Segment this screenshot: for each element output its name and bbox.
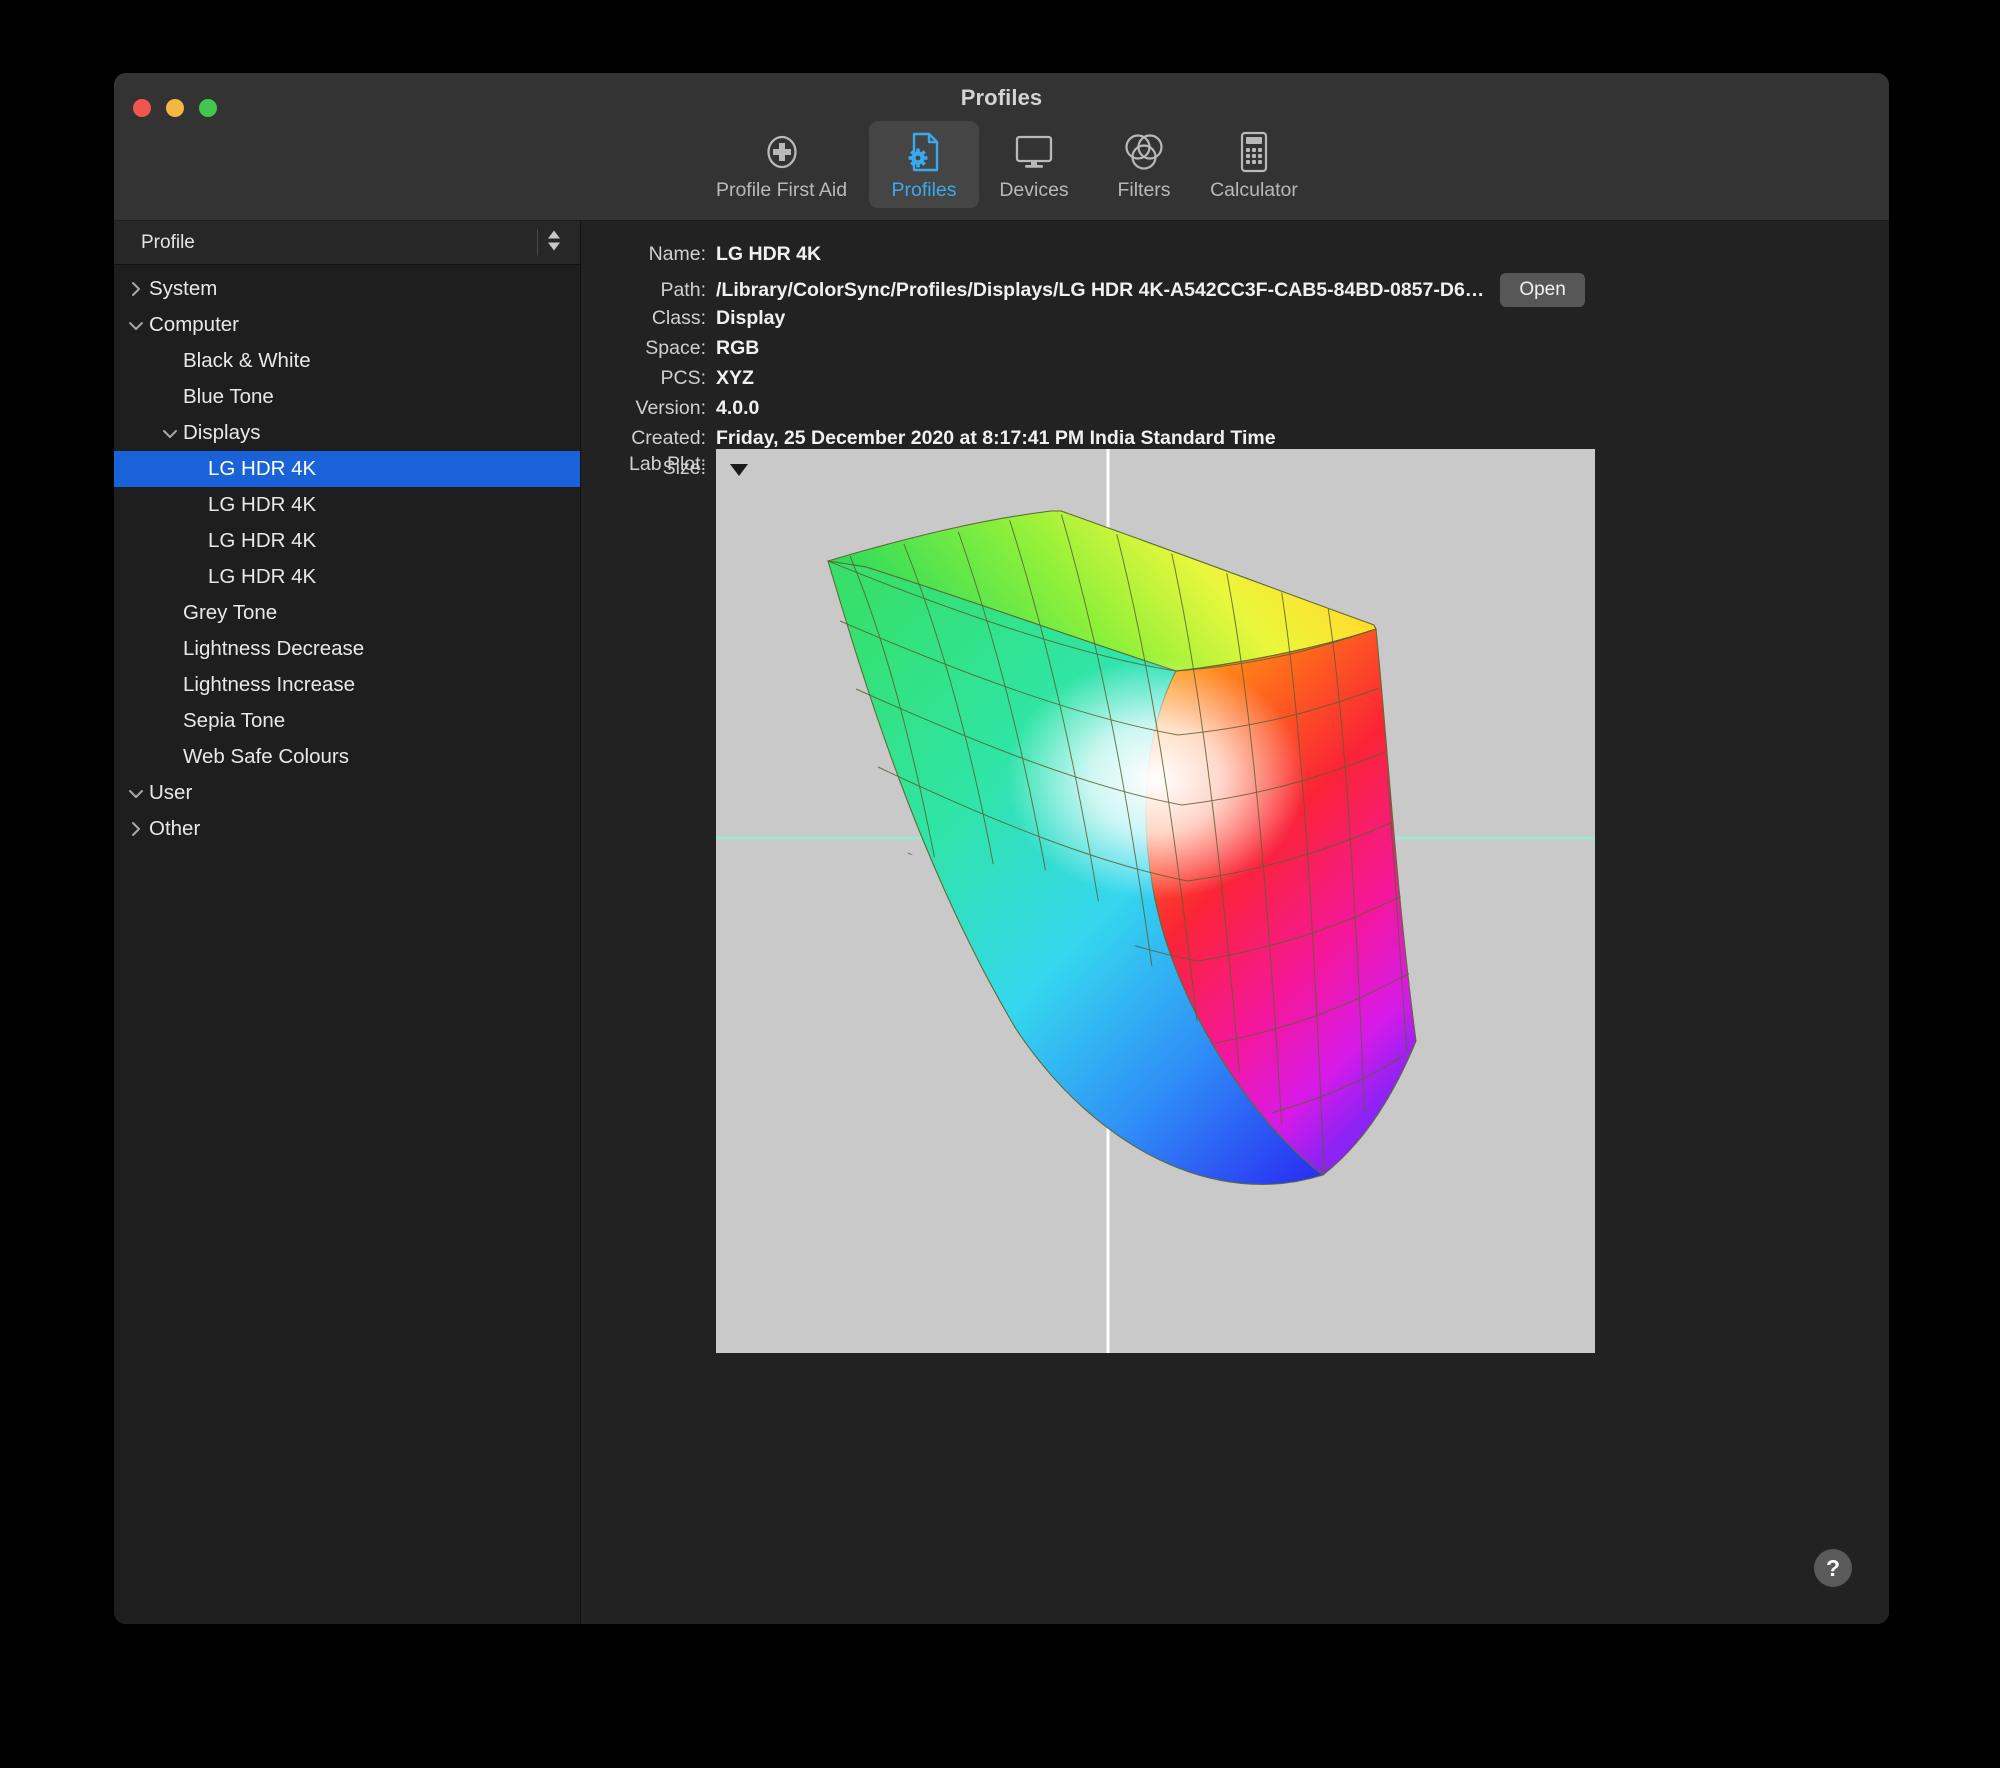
sidebar-item-label: LG HDR 4K [208, 457, 316, 481]
metadata-row: Space:RGB [581, 337, 1889, 367]
toolbar-item-profiles[interactable]: Profiles [869, 121, 979, 208]
sidebar-item-label: LG HDR 4K [208, 493, 316, 517]
sidebar-item-lg-hdr-4k[interactable]: LG HDR 4K [114, 523, 580, 559]
sort-order-control[interactable] [537, 227, 562, 258]
toolbar-item-calculator[interactable]: Calculator [1199, 121, 1309, 208]
sidebar-header-label: Profile [141, 232, 195, 254]
metadata-key: Created: [581, 427, 716, 450]
first-aid-plus-icon [762, 129, 802, 175]
sidebar-item-label: Computer [149, 313, 239, 337]
sidebar-item-label: Blue Tone [183, 385, 274, 409]
colorsync-utility-window: Profiles Profile First Aid [114, 73, 1889, 1624]
toolbar-item-profile-first-aid[interactable]: Profile First Aid [694, 121, 869, 208]
sidebar-item-label: Lightness Increase [183, 673, 355, 697]
window-title: Profiles [114, 85, 1889, 111]
sidebar-item-lightness-increase[interactable]: Lightness Increase [114, 667, 580, 703]
metadata-value: RGB [716, 337, 759, 360]
display-monitor-icon [1013, 129, 1055, 175]
chevron-right-icon[interactable] [123, 280, 149, 298]
metadata-row: Path:/Library/ColorSync/Profiles/Display… [581, 273, 1889, 307]
sidebar-item-blue-tone[interactable]: Blue Tone [114, 379, 580, 415]
lab-plot-label: Lab Plot: [581, 449, 716, 476]
profile-tree: System Computer Black & White Blue Tone Disp… [114, 265, 580, 847]
window-body: Profile System Computer Black & White Blue … [114, 221, 1889, 1624]
chevron-down-icon[interactable] [157, 426, 183, 440]
toolbar-label: Profiles [891, 179, 956, 202]
sidebar-item-web-safe-colours[interactable]: Web Safe Colours [114, 739, 580, 775]
metadata-value: XYZ [716, 367, 754, 390]
sidebar-item-label: Other [149, 817, 200, 841]
open-profile-button[interactable]: Open [1500, 273, 1584, 307]
sidebar-item-label: LG HDR 4K [208, 565, 316, 589]
metadata-value: 4.0.0 [716, 397, 759, 420]
sidebar-item-black-white[interactable]: Black & White [114, 343, 580, 379]
metadata-row: Name:LG HDR 4K [581, 243, 1889, 273]
profile-detail-pane: Name:LG HDR 4KPath:/Library/ColorSync/Pr… [581, 221, 1889, 1624]
sidebar-item-sepia-tone[interactable]: Sepia Tone [114, 703, 580, 739]
chevron-down-icon[interactable] [123, 786, 149, 800]
calculator-icon [1237, 129, 1271, 175]
sidebar-item-label: User [149, 781, 192, 805]
metadata-key: Space: [581, 337, 716, 360]
toolbar-label: Filters [1117, 179, 1170, 202]
metadata-key: Version: [581, 397, 716, 420]
sidebar-item-other[interactable]: Other [114, 811, 580, 847]
disclosure-triangle-open-icon[interactable] [728, 461, 750, 484]
sidebar-item-computer[interactable]: Computer [114, 307, 580, 343]
sort-up-down-icon [546, 227, 562, 258]
chevron-down-icon[interactable] [123, 318, 149, 332]
metadata-row: Version:4.0.0 [581, 397, 1889, 427]
sidebar-item-system[interactable]: System [114, 271, 580, 307]
sidebar-item-lg-hdr-4k[interactable]: LG HDR 4K [114, 451, 580, 487]
sidebar-item-label: LG HDR 4K [208, 529, 316, 553]
help-button[interactable]: ? [1814, 1549, 1852, 1587]
sidebar-item-lightness-decrease[interactable]: Lightness Decrease [114, 631, 580, 667]
metadata-key: Class: [581, 307, 716, 330]
sidebar-item-lg-hdr-4k[interactable]: LG HDR 4K [114, 559, 580, 595]
gamut-3d-plot [716, 449, 1595, 1353]
toolbar-label: Profile First Aid [716, 179, 847, 202]
metadata-value: /Library/ColorSync/Profiles/Displays/LG … [716, 279, 1484, 302]
metadata-row: PCS:XYZ [581, 367, 1889, 397]
metadata-key: PCS: [581, 367, 716, 390]
sidebar-item-lg-hdr-4k[interactable]: LG HDR 4K [114, 487, 580, 523]
sidebar-item-label: Black & White [183, 349, 311, 373]
document-gear-icon [904, 129, 944, 175]
sidebar-item-label: Lightness Decrease [183, 637, 364, 661]
sidebar-item-label: Web Safe Colours [183, 745, 349, 769]
toolbar-label: Devices [999, 179, 1068, 202]
toolbar-item-filters[interactable]: Filters [1089, 121, 1199, 208]
sidebar-item-label: System [149, 277, 217, 301]
lab-plot-section: Lab Plot: [581, 449, 1889, 1353]
sidebar-item-grey-tone[interactable]: Grey Tone [114, 595, 580, 631]
metadata-value: Friday, 25 December 2020 at 8:17:41 PM I… [716, 427, 1276, 450]
header-divider [537, 230, 538, 256]
sidebar-item-displays[interactable]: Displays [114, 415, 580, 451]
metadata-value: LG HDR 4K [716, 243, 821, 266]
sidebar-item-label: Displays [183, 421, 260, 445]
metadata-row: Class:Display [581, 307, 1889, 337]
sidebar-item-label: Sepia Tone [183, 709, 285, 733]
metadata-key: Name: [581, 243, 716, 266]
chevron-right-icon[interactable] [123, 820, 149, 838]
lab-plot-canvas[interactable] [716, 449, 1595, 1353]
window-titlebar: Profiles Profile First Aid [114, 73, 1889, 221]
metadata-value: Display [716, 307, 785, 330]
sidebar-column-header[interactable]: Profile [114, 221, 580, 265]
sidebar-item-label: Grey Tone [183, 601, 277, 625]
profile-sidebar: Profile System Computer Black & White Blue … [114, 221, 581, 1624]
toolbar-label: Calculator [1210, 179, 1298, 202]
sidebar-item-user[interactable]: User [114, 775, 580, 811]
venn-circles-icon [1123, 129, 1165, 175]
metadata-key: Path: [581, 279, 716, 302]
main-toolbar: Profile First Aid [114, 121, 1889, 208]
toolbar-item-devices[interactable]: Devices [979, 121, 1089, 208]
